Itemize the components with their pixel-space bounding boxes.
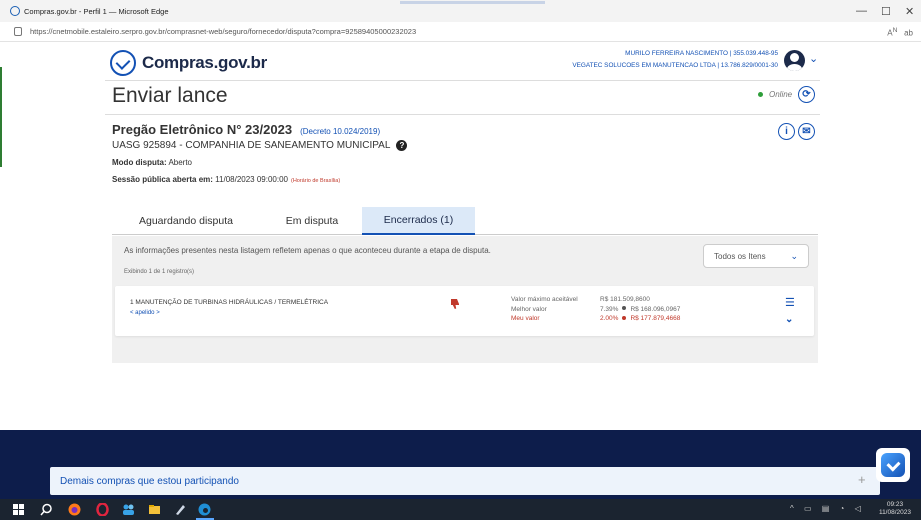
system-tray[interactable]: ^ ▭ ▤ ◔ ◁ bbox=[790, 504, 865, 513]
max-label: Valor máximo aceitável bbox=[511, 296, 578, 303]
pregao-heading: Pregão Eletrônico N° 23/2023 (Decreto 10… bbox=[112, 122, 380, 137]
item-title: 1 MANUTENÇÃO DE TURBINAS HIDRÁULICAS / T… bbox=[130, 299, 329, 306]
expand-chevron-icon[interactable]: ⌄ bbox=[785, 314, 793, 325]
logo-text: Compras.gov.br bbox=[142, 53, 267, 72]
tab-em-disputa[interactable]: Em disputa bbox=[257, 207, 367, 235]
sessao-label: Sessão pública aberta em: bbox=[112, 175, 213, 184]
mail-icon: ✉ bbox=[802, 126, 811, 137]
best-row: 7.39% R$ 168.096,0967 bbox=[600, 305, 680, 315]
clock[interactable]: 09:23 11/08/2023 bbox=[879, 501, 911, 517]
modo-disputa: Modo disputa: Aberto bbox=[112, 158, 192, 167]
status-dot-icon bbox=[758, 92, 763, 97]
chevron-down-icon[interactable]: ⌄ bbox=[809, 52, 818, 65]
mail-button[interactable]: ✉ bbox=[798, 123, 815, 140]
opera-icon[interactable] bbox=[96, 503, 109, 516]
user-avatar-icon[interactable] bbox=[784, 50, 805, 71]
horario-note: (Horário de Brasília) bbox=[290, 178, 341, 184]
file-explorer-icon[interactable] bbox=[148, 503, 161, 516]
user-company: VEGATEC SOLUCOES EM MANUTENCAO LTDA | 13… bbox=[572, 62, 778, 69]
items-filter-select[interactable]: Todos os Itens ⌄ bbox=[703, 244, 809, 268]
item-card: 1 MANUTENÇÃO DE TURBINAS HIDRÁULICAS / T… bbox=[115, 286, 814, 336]
online-status: Online bbox=[758, 90, 792, 99]
user-name: MURILO FERREIRA NASCIMENTO | 355.039.448… bbox=[625, 50, 778, 57]
user-info: MURILO FERREIRA NASCIMENTO | 355.039.448… bbox=[572, 48, 778, 72]
expand-plus-icon[interactable]: + bbox=[858, 472, 866, 487]
close-button[interactable]: ✕ bbox=[905, 5, 914, 18]
divider bbox=[105, 114, 820, 115]
record-count: Exibindo 1 de 1 registro(s) bbox=[124, 269, 195, 275]
clock-time: 09:23 bbox=[886, 501, 904, 508]
sessao-publica: Sessão pública aberta em: 11/08/2023 09:… bbox=[112, 175, 340, 184]
tab-bar: Aguardando disputa Em disputa Encerrados… bbox=[112, 207, 818, 235]
info-button[interactable]: i bbox=[778, 123, 795, 140]
site-favicon-icon bbox=[10, 6, 20, 16]
page-edge bbox=[0, 67, 2, 167]
lock-icon bbox=[14, 27, 22, 36]
mine-row: 2.00% R$ 177.879,4668 bbox=[600, 314, 680, 324]
compras-logo-icon bbox=[110, 50, 136, 76]
clock-date: 11/08/2023 bbox=[878, 509, 911, 516]
status-text: Online bbox=[769, 90, 793, 99]
page-title: Enviar lance bbox=[112, 84, 228, 107]
tab-encerrados[interactable]: Encerrados (1) bbox=[362, 207, 475, 235]
uasg-text: UASG 925894 - COMPANHIA DE SANEAMENTO MU… bbox=[112, 140, 391, 151]
max-value: R$ 181.509,8600 bbox=[600, 296, 650, 303]
compras-logo[interactable]: Compras.gov.br bbox=[110, 50, 267, 76]
value-figures: R$ 181.509,8600 7.39% R$ 168.096,0967 2.0… bbox=[600, 295, 680, 324]
address-bar[interactable]: https://cnetmobile.estaleiro.serpro.gov.… bbox=[0, 22, 921, 42]
pregao-title: Pregão Eletrônico N° 23/2023 bbox=[112, 122, 293, 137]
url-text[interactable]: https://cnetmobile.estaleiro.serpro.gov.… bbox=[30, 27, 416, 36]
thumbs-down-icon bbox=[451, 299, 459, 309]
filter-value: Todos os Itens bbox=[714, 251, 766, 261]
pen-icon[interactable] bbox=[174, 503, 187, 516]
best-label: Melhor valor bbox=[511, 305, 547, 313]
mine-pct: 2.00% bbox=[600, 315, 619, 322]
title-bar: Compras.gov.br - Perfil 1 — Microsoft Ed… bbox=[0, 0, 921, 22]
info-icon: i bbox=[785, 126, 788, 137]
help-icon[interactable]: ? bbox=[396, 140, 408, 151]
refresh-button[interactable]: ⟳ bbox=[798, 86, 815, 103]
item-alias-link[interactable]: < apelido > bbox=[130, 310, 160, 316]
best-value: R$ 168.096,0967 bbox=[630, 305, 681, 313]
bullet-icon bbox=[622, 315, 627, 320]
modo-label: Modo disputa: bbox=[112, 158, 167, 167]
bullet-icon bbox=[622, 306, 627, 311]
value-labels: Valor máximo aceitável Melhor valor Meu … bbox=[511, 295, 578, 324]
best-pct: 7.39% bbox=[600, 305, 619, 313]
mine-value: R$ 177.879,4668 bbox=[630, 315, 681, 322]
browser-window: Compras.gov.br - Perfil 1 — Microsoft Ed… bbox=[0, 0, 921, 520]
minimize-button[interactable]: — bbox=[856, 5, 867, 17]
chevron-down-icon: ⌄ bbox=[790, 251, 798, 261]
window-title: Compras.gov.br - Perfil 1 — Microsoft Ed… bbox=[24, 6, 169, 16]
uasg-line: UASG 925894 - COMPANHIA DE SANEAMENTO MU… bbox=[112, 140, 408, 151]
info-text: As informações presentes nesta listagem … bbox=[124, 246, 491, 255]
firefox-icon[interactable] bbox=[68, 503, 81, 516]
modo-value: Aberto bbox=[168, 158, 193, 167]
results-panel: As informações presentes nesta listagem … bbox=[112, 236, 818, 363]
refresh-icon: ⟳ bbox=[802, 89, 811, 100]
windows-start-icon[interactable] bbox=[12, 503, 25, 516]
tab-aguardando[interactable]: Aguardando disputa bbox=[120, 207, 252, 235]
decreto-link[interactable]: (Decreto 10.024/2019) bbox=[300, 127, 380, 136]
sessao-value: 11/08/2023 09:00:00 bbox=[215, 175, 288, 184]
maximize-button[interactable]: ☐ bbox=[881, 5, 891, 18]
list-details-icon[interactable]: ☰ bbox=[785, 296, 795, 309]
read-aloud-icon[interactable]: AN ab bbox=[887, 27, 913, 38]
search-icon[interactable] bbox=[40, 503, 53, 516]
demais-compras-bar[interactable]: Demais compras que estou participando bbox=[50, 467, 880, 495]
people-icon[interactable] bbox=[122, 503, 135, 516]
demais-compras-label: Demais compras que estou participando bbox=[60, 475, 239, 487]
divider bbox=[105, 80, 820, 81]
edge-icon[interactable] bbox=[198, 503, 211, 516]
windows-taskbar: ^ ▭ ▤ ◔ ◁ 09:23 11/08/2023 bbox=[0, 499, 921, 520]
mine-label: Meu valor bbox=[511, 315, 540, 322]
assistant-badge-icon[interactable] bbox=[876, 448, 910, 482]
tab-indicator bbox=[400, 1, 545, 4]
